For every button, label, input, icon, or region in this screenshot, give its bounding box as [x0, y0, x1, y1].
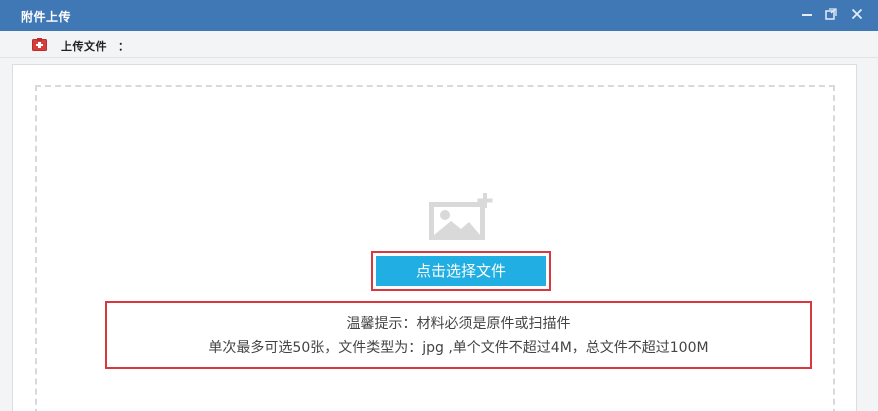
file-dropzone[interactable]: 点击选择文件 温馨提示：材料必须是原件或扫描件 单次最多可选50张，文件类型为：… — [35, 85, 835, 411]
upload-content-panel: 点击选择文件 温馨提示：材料必须是原件或扫描件 单次最多可选50张，文件类型为：… — [12, 64, 857, 411]
upload-file-label: 上传文件 — [61, 40, 107, 53]
choose-file-highlight: 点击选择文件 — [371, 251, 551, 291]
restore-icon[interactable] — [822, 6, 840, 24]
upload-file-icon — [32, 38, 47, 51]
image-add-icon — [429, 193, 493, 240]
upload-tips-box: 温馨提示：材料必须是原件或扫描件 单次最多可选50张，文件类型为：jpg ,单个… — [105, 301, 812, 369]
upload-dialog: 附件上传 上传文件 ： 点击选择文件 温馨提示：材料必须是原件或扫描件 单次最多… — [0, 0, 878, 411]
upload-tip-line-1: 温馨提示：材料必须是原件或扫描件 — [346, 316, 571, 332]
dialog-title: 附件上传 — [21, 10, 72, 24]
choose-file-button[interactable]: 点击选择文件 — [376, 256, 546, 286]
title-bar[interactable]: 附件上传 — [0, 0, 878, 31]
upload-tip-line-2: 单次最多可选50张，文件类型为：jpg ,单个文件不超过4M，总文件不超过100… — [208, 340, 709, 356]
minimize-icon[interactable] — [798, 6, 816, 24]
upload-file-colon: ： — [118, 40, 129, 53]
close-icon[interactable] — [848, 6, 866, 24]
upload-toolbar: 上传文件 ： — [0, 31, 878, 58]
